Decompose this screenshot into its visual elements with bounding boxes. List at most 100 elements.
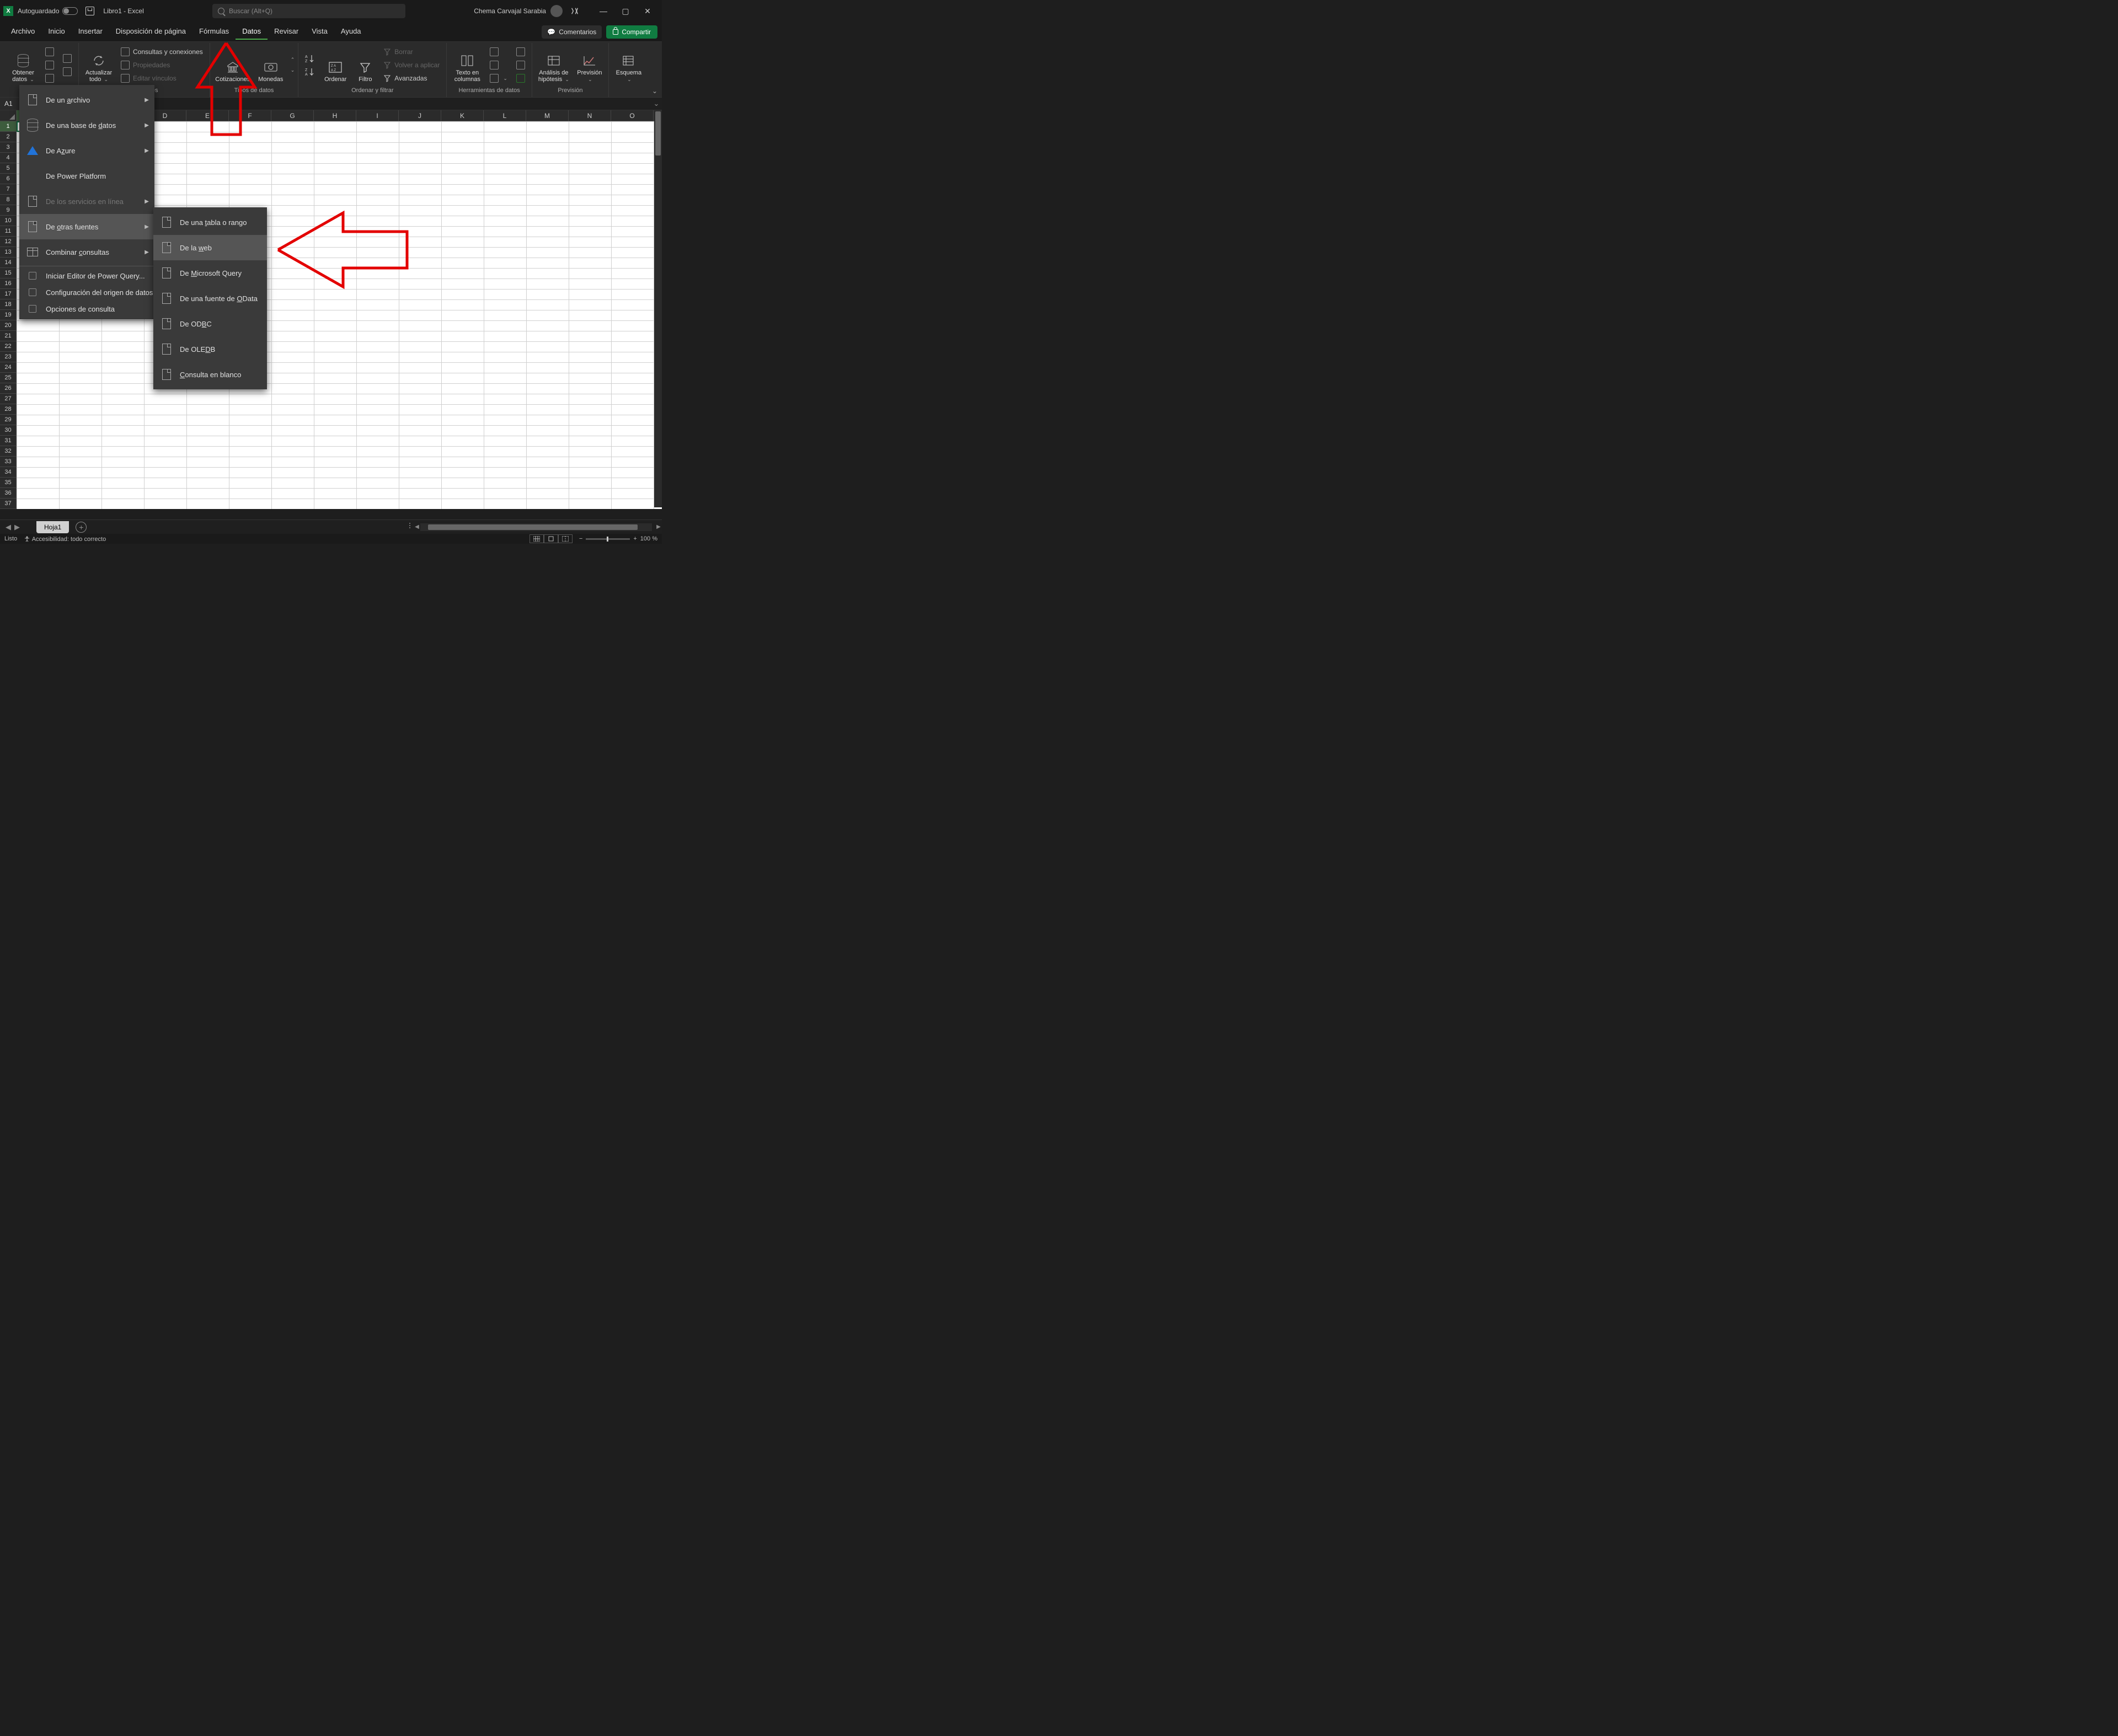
add-sheet-button[interactable]: + — [76, 522, 87, 533]
forecast-sheet-button[interactable]: Previsión ⌄ — [574, 45, 605, 85]
recent-sources-button[interactable] — [60, 52, 75, 65]
column-header[interactable]: O — [611, 110, 654, 121]
menu-item[interactable]: De una base de datos▶ — [19, 112, 154, 138]
column-header[interactable]: I — [356, 110, 399, 121]
properties-button[interactable]: Propiedades — [117, 59, 206, 71]
tab-fórmulas[interactable]: Fórmulas — [192, 24, 236, 40]
hscroll-right-icon[interactable]: ▶ — [655, 524, 662, 530]
row-header[interactable]: 14 — [0, 258, 17, 268]
minimize-button[interactable]: — — [592, 3, 614, 19]
row-header[interactable]: 34 — [0, 467, 17, 478]
share-button[interactable]: Compartir — [606, 25, 657, 39]
row-header[interactable]: 29 — [0, 415, 17, 425]
sheet-next-icon[interactable]: ▶ — [14, 523, 20, 532]
row-header[interactable]: 21 — [0, 331, 17, 341]
consolidate-button[interactable] — [513, 46, 528, 58]
row-header[interactable]: 7 — [0, 184, 17, 195]
row-header[interactable]: 32 — [0, 446, 17, 457]
vertical-scrollbar[interactable] — [654, 110, 662, 507]
row-header[interactable]: 1 — [0, 121, 17, 132]
column-header[interactable]: H — [314, 110, 356, 121]
row-header[interactable]: 25 — [0, 373, 17, 383]
submenu-item[interactable]: De la web — [153, 235, 267, 260]
row-header[interactable]: 30 — [0, 425, 17, 436]
refresh-all-button[interactable]: Actualizar todo ⌄ — [82, 45, 115, 85]
normal-view-button[interactable] — [530, 534, 544, 543]
submenu-item[interactable]: De ODBC — [153, 311, 267, 336]
from-table-button[interactable] — [42, 72, 57, 84]
page-layout-button[interactable] — [544, 534, 558, 543]
row-header[interactable]: 17 — [0, 289, 17, 299]
row-header[interactable]: 23 — [0, 352, 17, 362]
whatif-button[interactable]: Análisis de hipótesis ⌄ — [536, 45, 572, 85]
row-header[interactable]: 27 — [0, 394, 17, 404]
row-header[interactable]: 37 — [0, 499, 17, 509]
zoom-slider[interactable] — [586, 538, 630, 540]
menu-item[interactable]: De Azure▶ — [19, 138, 154, 163]
column-header[interactable]: M — [526, 110, 569, 121]
row-header[interactable]: 35 — [0, 478, 17, 488]
menu-item[interactable]: De los servicios en línea▶ — [19, 189, 154, 214]
sheet-nav[interactable]: ◀▶ — [0, 523, 25, 532]
row-header[interactable]: 5 — [0, 163, 17, 174]
tab-ayuda[interactable]: Ayuda — [334, 24, 368, 40]
submenu-item[interactable]: Consulta en blanco — [153, 362, 267, 387]
horizontal-scrollbar[interactable] — [420, 523, 652, 531]
column-header[interactable]: L — [484, 110, 526, 121]
row-header[interactable]: 36 — [0, 488, 17, 499]
row-header[interactable]: 8 — [0, 195, 17, 205]
row-header[interactable]: 3 — [0, 142, 17, 153]
sort-asc-button[interactable]: AZ — [302, 52, 318, 65]
expand-formula-bar-button[interactable]: ⌄ — [651, 99, 662, 108]
row-header[interactable]: 2 — [0, 132, 17, 142]
menu-item[interactable]: Combinar consultas▶ — [19, 239, 154, 265]
zoom-out-button[interactable]: − — [579, 535, 582, 542]
row-header[interactable]: 19 — [0, 310, 17, 320]
remove-duplicates-button[interactable] — [486, 59, 511, 71]
zoom-in-button[interactable]: + — [633, 535, 637, 542]
user-account[interactable]: Chema Carvajal Sarabia — [474, 5, 563, 17]
row-header[interactable]: 15 — [0, 268, 17, 278]
row-header[interactable]: 12 — [0, 237, 17, 247]
scroll-up-icon[interactable]: ⌃ — [291, 57, 295, 63]
column-header[interactable]: E — [186, 110, 229, 121]
flash-fill-button[interactable] — [486, 46, 511, 58]
text-to-columns-button[interactable]: Texto en columnas — [450, 45, 484, 85]
row-header[interactable]: 31 — [0, 436, 17, 446]
row-header[interactable]: 33 — [0, 457, 17, 467]
sheet-tab-hoja1[interactable]: Hoja1 — [36, 521, 69, 533]
filter-button[interactable]: Filtro — [352, 45, 378, 85]
from-web-button[interactable] — [42, 59, 57, 71]
advanced-filter-button[interactable]: Avanzadas — [380, 72, 443, 84]
edit-links-button[interactable]: Editar vínculos — [117, 72, 206, 84]
hscroll-left-icon[interactable]: ◀ — [414, 524, 420, 530]
grip-icon[interactable] — [409, 523, 414, 532]
data-validation-button[interactable]: ⌄ — [486, 72, 511, 84]
scroll-down-icon[interactable]: ⌄ — [291, 67, 295, 73]
search-input[interactable]: Buscar (Alt+Q) — [212, 4, 405, 18]
close-button[interactable]: ✕ — [637, 3, 659, 19]
from-text-button[interactable] — [42, 46, 57, 58]
tab-inicio[interactable]: Inicio — [41, 24, 71, 40]
row-header[interactable]: 22 — [0, 341, 17, 352]
mic-icon[interactable] — [570, 7, 579, 15]
currencies-button[interactable]: Monedas — [254, 45, 287, 85]
row-header[interactable]: 6 — [0, 174, 17, 184]
clear-filter-button[interactable]: Borrar — [380, 46, 443, 58]
submenu-item[interactable]: De una fuente de OData — [153, 286, 267, 311]
collapse-ribbon-button[interactable]: ⌄ — [652, 87, 657, 95]
menu-item[interactable]: Configuración del origen de datos... — [19, 284, 154, 301]
sort-desc-button[interactable]: ZA — [302, 66, 318, 78]
toggle-icon[interactable] — [62, 7, 78, 15]
reapply-button[interactable]: Volver a aplicar — [380, 59, 443, 71]
scroll-thumb[interactable] — [428, 524, 638, 530]
tab-insertar[interactable]: Insertar — [72, 24, 109, 40]
menu-item[interactable]: Iniciar Editor de Power Query... — [19, 267, 154, 284]
existing-connections-button[interactable] — [60, 66, 75, 78]
tab-datos[interactable]: Datos — [236, 24, 268, 40]
row-header[interactable]: 16 — [0, 278, 17, 289]
save-icon[interactable] — [85, 7, 94, 15]
page-break-button[interactable] — [558, 534, 573, 543]
tab-disposición-de-página[interactable]: Disposición de página — [109, 24, 192, 40]
select-all-corner[interactable] — [0, 110, 17, 121]
